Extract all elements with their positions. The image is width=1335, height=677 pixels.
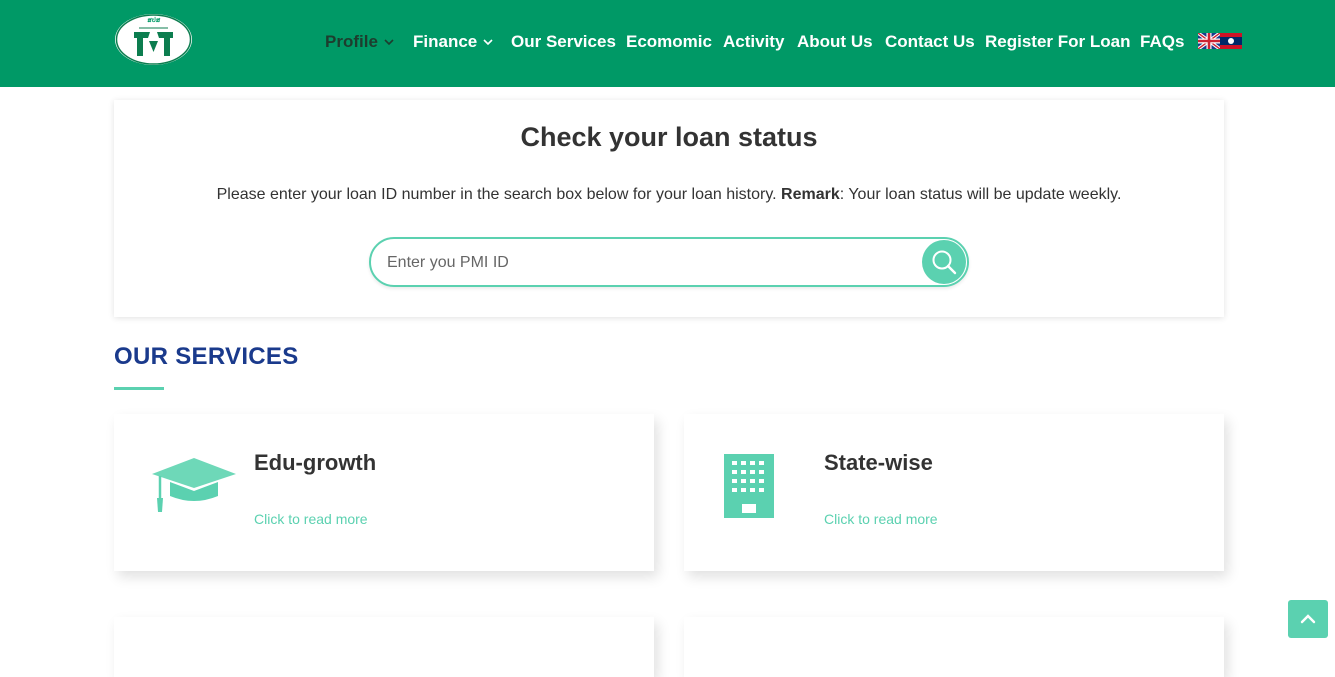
nav-item-label: Finance xyxy=(413,32,478,51)
loan-status-description: Please enter your loan ID number in the … xyxy=(114,185,1224,205)
nav-item-finance[interactable]: Finance xyxy=(413,31,493,53)
service-read-more-link[interactable]: Click to read more xyxy=(254,510,368,528)
graduation-cap-icon xyxy=(152,458,236,512)
service-read-more-link[interactable]: Click to read more xyxy=(824,510,938,528)
lao-flag-icon[interactable] xyxy=(1220,33,1242,49)
english-flag-icon[interactable] xyxy=(1198,33,1220,49)
service-title: Edu-growth xyxy=(254,450,377,475)
search-button[interactable] xyxy=(922,240,966,284)
chevron-down-icon xyxy=(384,39,394,46)
nav-item-our-services[interactable]: Our Services xyxy=(511,31,616,53)
nav-item-economic[interactable]: Ecomomic xyxy=(626,31,712,53)
heading-underline xyxy=(114,387,164,390)
loan-search-box xyxy=(369,237,969,287)
services-heading: OUR SERVICES xyxy=(114,343,299,370)
pmi-id-search-input[interactable] xyxy=(385,249,909,277)
service-card-4[interactable] xyxy=(684,617,1224,677)
description-text: Please enter your loan ID number in the … xyxy=(216,186,777,203)
chevron-down-icon xyxy=(483,39,493,46)
nav-item-contact-us[interactable]: Contact Us xyxy=(885,31,975,53)
logo-text: ສປສ xyxy=(147,18,161,24)
loan-status-card: Check your loan status Please enter your… xyxy=(114,100,1224,317)
building-icon xyxy=(724,454,774,518)
nav-item-about-us[interactable]: About Us xyxy=(797,31,873,53)
service-title: State-wise xyxy=(824,450,933,475)
service-card-edu-growth[interactable]: Edu-growth Click to read more xyxy=(114,414,654,571)
site-header: ສປສ Profile Finance Our Services Ecomomi… xyxy=(0,0,1335,87)
nav-item-faqs[interactable]: FAQs xyxy=(1140,31,1184,53)
nav-item-register-for-loan[interactable]: Register For Loan xyxy=(985,31,1130,53)
back-to-top-button[interactable] xyxy=(1288,600,1328,638)
remark-text: : Your loan status will be update weekly… xyxy=(839,186,1122,203)
loan-status-title: Check your loan status xyxy=(520,122,818,152)
nav-item-activity[interactable]: Activity xyxy=(723,31,784,53)
service-card-state-wise[interactable]: State-wise Click to read more xyxy=(684,414,1224,571)
nav-item-label: Profile xyxy=(325,32,378,51)
remark-label: Remark xyxy=(781,186,840,203)
chevron-up-icon xyxy=(1300,614,1316,624)
service-card-3[interactable] xyxy=(114,617,654,677)
nav-item-profile[interactable]: Profile xyxy=(325,31,394,53)
site-logo[interactable]: ສປສ xyxy=(115,14,192,65)
search-icon xyxy=(932,250,957,275)
